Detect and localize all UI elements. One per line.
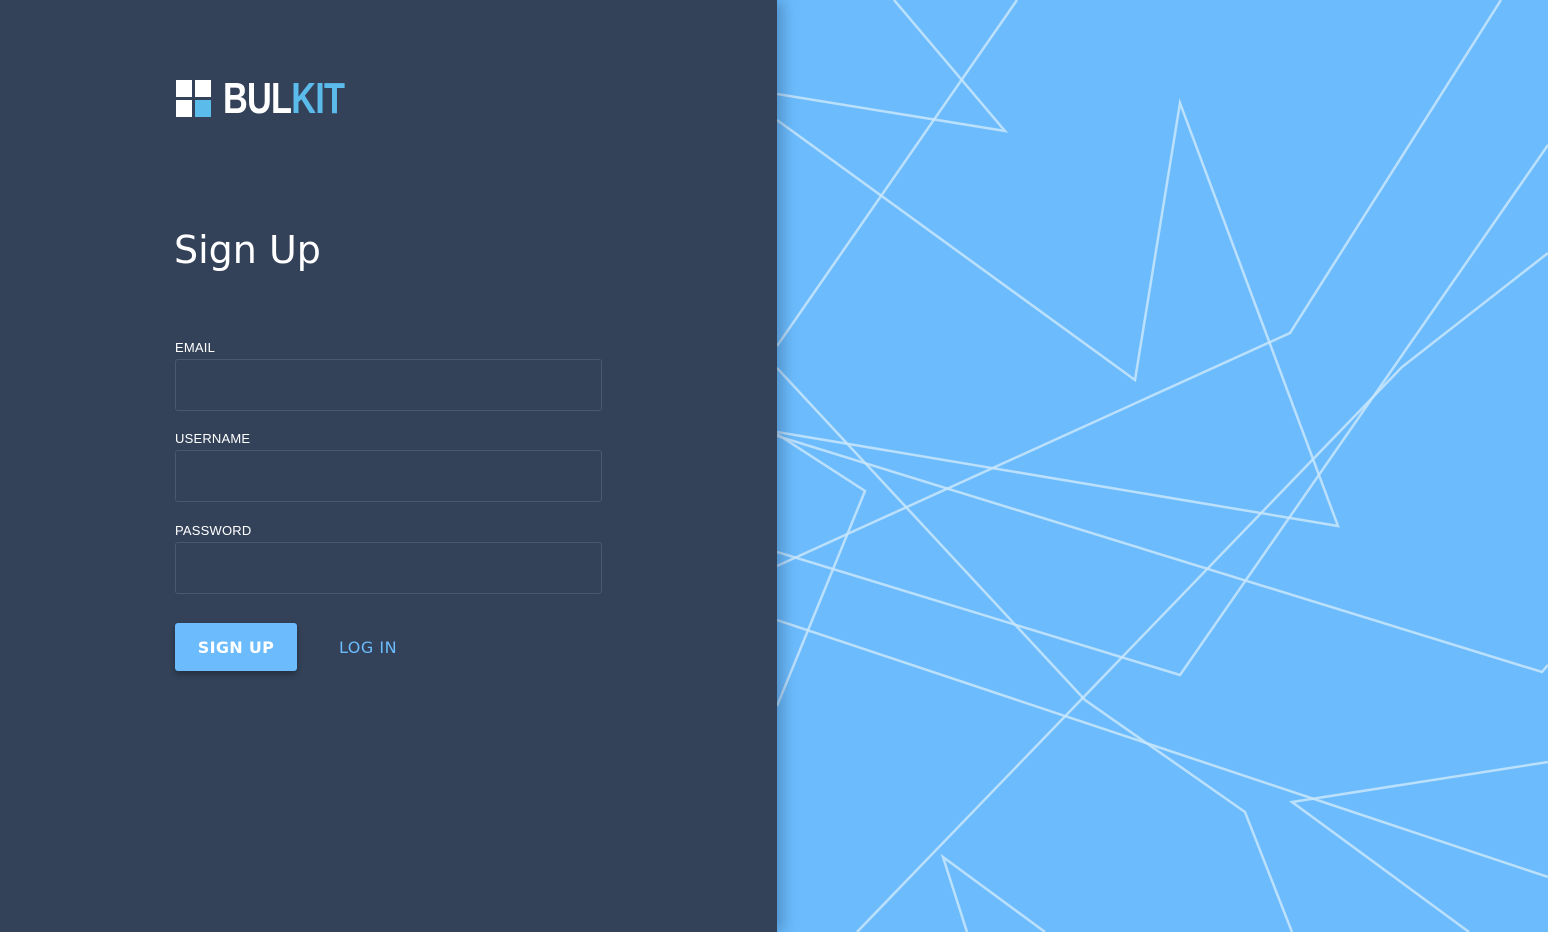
brand-name-part1: BUL [223, 74, 292, 123]
brand-logo[interactable]: BULKIT [176, 77, 378, 121]
decorative-background [777, 0, 1548, 932]
password-label: PASSWORD [175, 523, 252, 538]
password-field[interactable] [175, 542, 602, 594]
geometric-lines-pattern [777, 0, 1548, 932]
email-field[interactable] [175, 359, 602, 411]
signup-button[interactable]: SIGN UP [175, 623, 297, 671]
username-label: USERNAME [175, 431, 251, 446]
username-field[interactable] [175, 450, 602, 502]
grid-logo-icon [176, 80, 212, 118]
brand-wordmark: BULKIT [223, 77, 345, 121]
signup-page: BULKIT Sign Up EMAIL USERNAME PASSWORD S… [0, 0, 1548, 932]
login-link[interactable]: LOG IN [327, 623, 409, 671]
signup-panel: BULKIT Sign Up EMAIL USERNAME PASSWORD S… [0, 0, 777, 932]
email-label: EMAIL [175, 340, 216, 355]
brand-name-part2: KIT [291, 74, 345, 123]
page-title: Sign Up [174, 228, 321, 272]
